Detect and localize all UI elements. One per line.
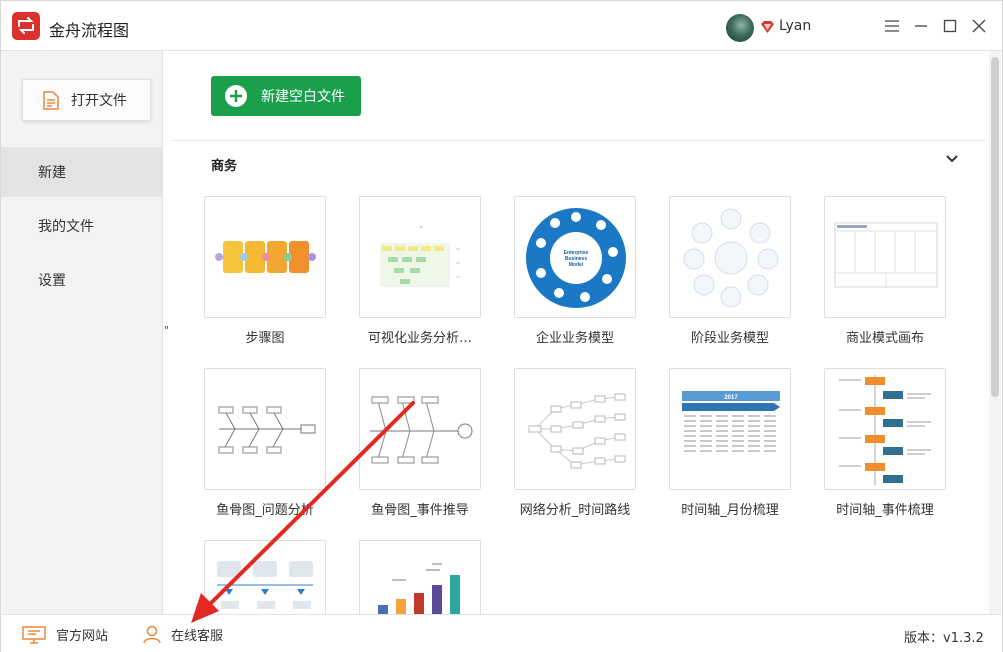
scrollbar-thumb[interactable]	[991, 57, 999, 397]
sidebar: 打开文件 新建 我的文件 设置	[1, 51, 163, 614]
template-label: 鱼骨图_问题分析	[216, 503, 314, 518]
template-label: 可视化业务分析…	[367, 331, 472, 346]
timeline-year-label: 2017	[724, 395, 738, 401]
official-website-label: 官方网站	[56, 629, 109, 644]
template-card-visual-analysis[interactable]	[359, 196, 481, 318]
template-card-enterprise-model[interactable]: Enterprise Business Model	[514, 196, 636, 318]
sidebar-item-settings[interactable]: 设置	[1, 255, 162, 305]
template-label: 步骤图	[245, 331, 285, 346]
template-label: 网络分析_时间路线	[519, 503, 631, 518]
maximize-icon[interactable]	[939, 15, 961, 37]
vip-diamond-icon	[761, 21, 774, 33]
template-card-steps[interactable]	[204, 196, 326, 318]
vertical-scrollbar[interactable]	[989, 51, 1001, 614]
online-support-label: 在线客服	[171, 629, 224, 644]
flow-steps-thumbnail	[217, 561, 313, 609]
template-label: 时间轴_事件梳理	[836, 503, 934, 518]
title-bar: 金舟流程图 Lyan	[1, 1, 1002, 51]
fishbone-event-thumbnail	[370, 396, 473, 464]
visual-analysis-thumbnail	[380, 226, 460, 287]
fishbone-problem-thumbnail	[218, 406, 316, 454]
template-label: 鱼骨图_事件推导	[371, 503, 469, 518]
section-title: 商务	[211, 159, 238, 174]
splitter-mark: "	[164, 324, 170, 337]
user-avatar[interactable]	[726, 14, 754, 42]
steps-thumbnail	[215, 241, 316, 273]
app-window: 金舟流程图 Lyan 打开文件 新建 我的文件 设置 " 新建空白文件 商务 步…	[0, 0, 1003, 652]
app-title: 金舟流程图	[49, 21, 130, 40]
document-icon	[43, 90, 59, 110]
template-card-fishbone-problem[interactable]	[204, 368, 326, 490]
user-name[interactable]: Lyan	[779, 18, 811, 34]
template-label: 时间轴_月份梳理	[681, 503, 779, 518]
version-label: 版本：v1.3.2	[904, 631, 984, 646]
template-card-timeline-event[interactable]	[824, 368, 946, 490]
new-blank-file-label: 新建空白文件	[261, 89, 345, 105]
template-card-flow-steps[interactable]	[204, 540, 326, 614]
enterprise-model-thumbnail: Enterprise Business Model	[526, 208, 626, 308]
status-bar: 官方网站 在线客服 版本：v1.3.2	[1, 614, 1002, 652]
monitor-icon	[22, 625, 46, 644]
official-website-link[interactable]: 官方网站	[22, 625, 108, 644]
open-file-label: 打开文件	[71, 93, 127, 109]
sidebar-item-my-files[interactable]: 我的文件	[1, 201, 162, 251]
template-label: 企业业务模型	[535, 331, 614, 346]
enterprise-thumb-line3: Model	[569, 262, 584, 268]
timeline-month-thumbnail: 2017	[682, 391, 780, 452]
template-card-timeline-month[interactable]: 2017	[669, 368, 791, 490]
minimize-icon[interactable]	[910, 15, 932, 37]
3d-bars-thumbnail	[378, 563, 460, 614]
new-file-strip: 新建空白文件	[171, 51, 987, 141]
flowchart-logo-icon	[12, 12, 40, 40]
business-canvas-thumbnail	[834, 222, 938, 288]
menu-icon[interactable]	[881, 15, 903, 37]
template-label: 商业模式画布	[845, 331, 924, 346]
network-analysis-thumbnail	[528, 393, 626, 469]
online-support-link[interactable]: 在线客服	[143, 625, 223, 644]
template-card-stage-model[interactable]	[669, 196, 791, 318]
template-card-network-analysis[interactable]	[514, 368, 636, 490]
sidebar-item-new[interactable]: 新建	[1, 147, 162, 197]
close-icon[interactable]	[968, 15, 990, 37]
new-blank-file-button[interactable]: 新建空白文件	[211, 76, 361, 116]
template-label: 阶段业务模型	[690, 331, 769, 346]
template-card-fishbone-event[interactable]	[359, 368, 481, 490]
open-file-button[interactable]: 打开文件	[22, 79, 151, 121]
chevron-down-icon[interactable]	[945, 153, 959, 168]
plus-icon	[225, 85, 247, 107]
stage-model-thumbnail	[683, 208, 779, 308]
user-support-icon	[143, 625, 161, 644]
timeline-event-thumbnail	[839, 375, 931, 485]
template-card-3d-bars[interactable]	[359, 540, 481, 614]
main-content: 新建空白文件 商务 步骤图 可视化业务分析… Enterprise Busine…	[171, 51, 987, 614]
template-card-business-canvas[interactable]	[824, 196, 946, 318]
